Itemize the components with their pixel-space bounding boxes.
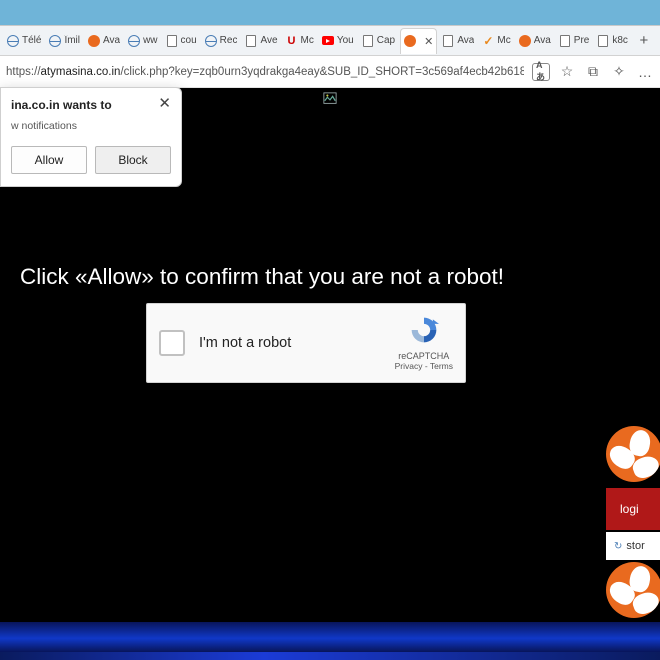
tab-label: You <box>337 35 354 46</box>
tab-close-icon[interactable]: ✕ <box>424 35 433 48</box>
tab-label: Ave <box>260 35 277 46</box>
address-bar: https://atymasina.co.in/click.php?key=zq… <box>0 56 660 88</box>
globe-icon <box>128 35 140 47</box>
notification-title: ina.co.in wants to <box>11 98 171 112</box>
collections-icon[interactable]: ⧉ <box>584 63 602 81</box>
corner-promo-stack: logi ↻ stor <box>606 426 660 618</box>
youtube-icon <box>322 35 334 47</box>
document-icon <box>597 35 609 47</box>
win11-taskbar <box>0 652 660 660</box>
tab-label: Îmil <box>64 35 80 46</box>
mcafee-icon: U <box>286 35 298 47</box>
browser-tab[interactable]: Pre <box>556 28 593 54</box>
url-scheme: https:// <box>6 66 41 78</box>
document-icon <box>166 35 178 47</box>
browser-tab[interactable]: UMc <box>283 28 317 54</box>
document-icon <box>362 35 374 47</box>
tab-label: Cap <box>377 35 395 46</box>
browser-tab[interactable]: ✓Mc <box>479 28 513 54</box>
browser-tab[interactable]: Télé <box>4 28 44 54</box>
browser-tab[interactable]: cou <box>163 28 200 54</box>
block-button[interactable]: Block <box>95 146 171 174</box>
avast-icon <box>88 35 100 47</box>
document-icon <box>245 35 257 47</box>
recaptcha-terms-link[interactable]: Terms <box>430 361 453 371</box>
tab-label: Mc <box>497 35 510 46</box>
tab-label: k8c <box>612 35 628 46</box>
notification-permission-popup: ✕ ina.co.in wants to w notifications All… <box>0 87 182 187</box>
recaptcha-branding: reCAPTCHA Privacy - Terms <box>395 315 453 371</box>
url-path: /click.php?key=zqb0urn3yqdrakga4eay&SUB_… <box>120 66 524 78</box>
broken-image-icon <box>323 92 337 106</box>
recaptcha-checkbox[interactable] <box>159 330 185 356</box>
login-promo-box[interactable]: logi <box>606 488 660 530</box>
globe-icon <box>205 35 217 47</box>
browser-tab[interactable]: Îmil <box>46 28 83 54</box>
reading-view-icon[interactable]: Aあ <box>532 63 550 81</box>
recaptcha-label: I'm not a robot <box>199 335 291 351</box>
recaptcha-widget: I'm not a robot reCAPTCHA Privacy - Term… <box>146 303 466 383</box>
recaptcha-privacy-link[interactable]: Privacy <box>395 361 423 371</box>
globe-icon <box>7 35 19 47</box>
store-label: stor <box>626 540 644 552</box>
document-icon <box>442 35 454 47</box>
notification-subtext: w notifications <box>11 120 171 132</box>
recaptcha-logo-icon <box>406 315 442 345</box>
globe-icon <box>49 35 61 47</box>
browser-tab[interactable]: ✕ <box>400 28 437 54</box>
more-icon[interactable]: … <box>636 63 654 81</box>
favorite-star-icon[interactable]: ☆ <box>558 63 576 81</box>
browser-tab[interactable]: You <box>319 28 357 54</box>
allow-button[interactable]: Allow <box>11 146 87 174</box>
scam-headline: Click «Allow» to confirm that you are no… <box>20 264 640 290</box>
browser-tab[interactable]: Cap <box>359 28 398 54</box>
browser-tab[interactable]: Rec <box>202 28 241 54</box>
check-icon: ✓ <box>482 35 494 47</box>
tab-label: Ava <box>534 35 551 46</box>
tab-label: Rec <box>220 35 238 46</box>
browser-tab[interactable]: Ava <box>516 28 554 54</box>
tab-label: Pre <box>574 35 590 46</box>
tab-label: Ava <box>457 35 474 46</box>
close-icon[interactable]: ✕ <box>158 96 171 111</box>
win11-wallpaper-strip <box>0 618 660 652</box>
avast-icon <box>404 35 416 47</box>
recaptcha-small-icon: ↻ <box>614 541 622 552</box>
tab-strip: TéléÎmilAvawwcouRecAveUMcYouCap✕Ava✓McAv… <box>0 26 660 56</box>
recaptcha-brand-text: reCAPTCHA <box>395 351 453 361</box>
browser-tab[interactable]: Ave <box>242 28 280 54</box>
avast-orb-icon[interactable] <box>606 562 660 618</box>
tab-label: Mc <box>301 35 314 46</box>
url-host: atymasina.co.in <box>41 66 121 78</box>
tab-label: cou <box>181 35 197 46</box>
browser-tab[interactable]: k8c <box>594 28 631 54</box>
browser-tab[interactable]: Ava <box>439 28 477 54</box>
tab-label: ww <box>143 35 157 46</box>
avast-orb-icon[interactable] <box>606 426 660 482</box>
document-icon <box>559 35 571 47</box>
new-tab-button[interactable]: + <box>633 32 655 49</box>
extensions-icon[interactable]: ✧ <box>610 63 628 81</box>
browser-tab[interactable]: ww <box>125 28 160 54</box>
browser-tab[interactable]: Ava <box>85 28 123 54</box>
tab-label: Télé <box>22 35 41 46</box>
url-box[interactable]: https://atymasina.co.in/click.php?key=zq… <box>6 66 524 78</box>
tab-label: Ava <box>103 35 120 46</box>
store-promo-box[interactable]: ↻ stor <box>606 532 660 560</box>
avast-icon <box>519 35 531 47</box>
